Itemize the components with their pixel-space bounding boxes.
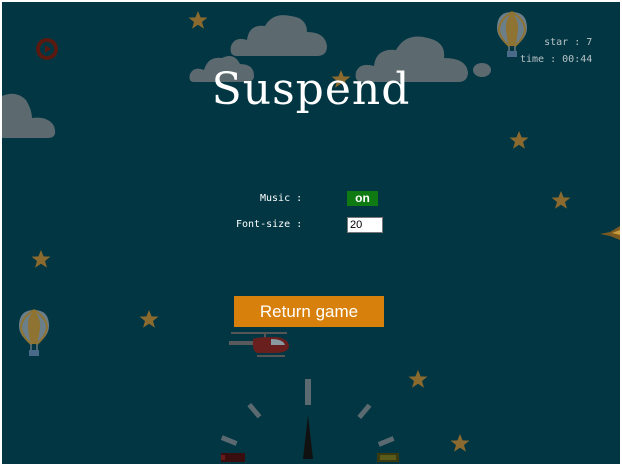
- music-toggle[interactable]: on: [347, 191, 378, 206]
- return-game-button[interactable]: Return game: [234, 296, 384, 327]
- star-value: 7: [586, 37, 593, 48]
- star-icon: [139, 310, 159, 328]
- star-label: star: [544, 37, 569, 48]
- star-icon: [31, 250, 51, 268]
- game-canvas: star : 7 time : 00:44 Suspend Music : on…: [2, 2, 620, 464]
- pause-title: Suspend: [211, 64, 411, 115]
- star-icon: [551, 191, 571, 209]
- star-icon: [509, 131, 529, 149]
- hud: star : 7 time : 00:44: [520, 34, 592, 68]
- star-icon: [188, 11, 208, 29]
- star-counter: star : 7: [544, 37, 593, 48]
- star-icon: [450, 434, 470, 452]
- bird-icon: [600, 226, 620, 240]
- speed-gauge: [220, 379, 399, 462]
- hot-air-balloon-icon: [19, 309, 49, 356]
- font-size-label: Font-size :: [236, 219, 303, 230]
- play-icon[interactable]: [35, 37, 59, 61]
- font-size-input[interactable]: 20: [347, 217, 383, 233]
- helicopter-icon: [229, 332, 289, 357]
- music-label: Music :: [260, 193, 303, 204]
